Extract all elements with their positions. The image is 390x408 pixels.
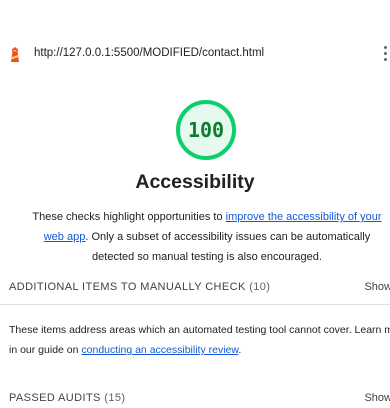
manual-note-text: in our guide on: [9, 344, 82, 356]
manual-checks-count: (10): [249, 281, 271, 293]
manual-checks-label: ADDITIONAL ITEMS TO MANUALLY CHECK: [9, 281, 246, 293]
manual-note-end: .: [238, 344, 242, 356]
manual-checks-header[interactable]: ADDITIONAL ITEMS TO MANUALLY CHECK (10) …: [9, 281, 390, 297]
passed-audits-count: (15): [104, 392, 126, 404]
manual-checks-note: These items address areas which an autom…: [9, 320, 390, 360]
kebab-menu-icon[interactable]: [383, 44, 387, 64]
page-url: http://127.0.0.1:5500/MODIFIED/contact.h…: [34, 47, 265, 59]
score-value: 100: [187, 118, 225, 142]
manual-note-line1: These items address areas which an autom…: [9, 324, 390, 336]
passed-audits-show-toggle[interactable]: Show: [364, 392, 390, 404]
category-description: These checks highlight opportunities to …: [32, 207, 382, 267]
passed-audits-header[interactable]: PASSED AUDITS (15) Show: [9, 392, 390, 408]
report-topbar: http://127.0.0.1:5500/MODIFIED/contact.h…: [0, 0, 390, 90]
manual-checks-show-toggle[interactable]: Show: [364, 281, 390, 293]
description-text: These checks highlight opportunities to: [32, 211, 226, 223]
passed-audits-label: PASSED AUDITS: [9, 392, 101, 404]
section-divider: [0, 304, 390, 305]
category-title: Accessibility: [135, 171, 255, 193]
description-text-end: . Only a subset of accessibility issues …: [85, 231, 371, 263]
accessibility-review-link[interactable]: conducting an accessibility review: [81, 344, 238, 356]
lighthouse-icon: [11, 47, 19, 62]
